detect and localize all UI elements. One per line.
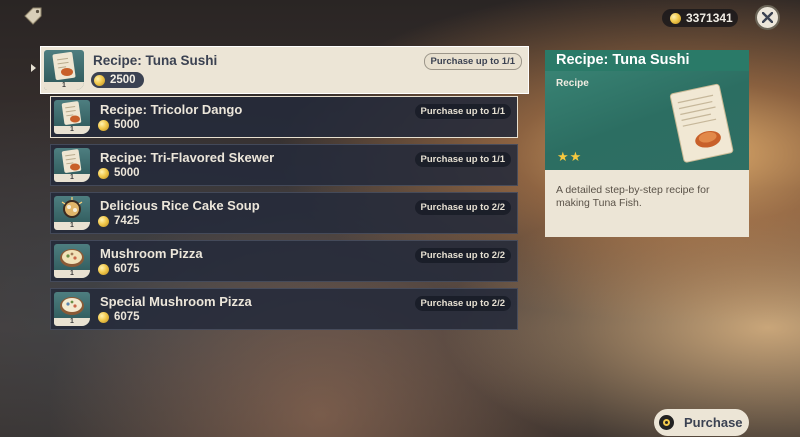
item-thumbnail: 1 <box>44 50 84 90</box>
item-price-value: 5000 <box>114 167 140 179</box>
item-thumbnail: 1 <box>54 148 90 182</box>
rarity-stars: ★★ <box>557 149 583 164</box>
item-thumbnail: 1 <box>54 196 90 230</box>
detail-header: Recipe: Tuna Sushi Recipe ★★ <box>545 50 749 170</box>
item-price: 5000 <box>98 167 140 179</box>
mora-currency-display: 3371341 <box>662 9 738 27</box>
item-detail-panel: Recipe: Tuna Sushi Recipe ★★ A detailed … <box>545 50 749 237</box>
selection-arrow-icon <box>31 64 36 72</box>
item-name: Recipe: Tri-Flavored Skewer <box>100 150 275 165</box>
item-quantity: 1 <box>54 222 90 230</box>
item-name: Recipe: Tuna Sushi <box>93 53 218 68</box>
item-price-value: 5000 <box>114 119 140 131</box>
item-thumbnail: 1 <box>54 292 90 326</box>
mora-amount: 3371341 <box>686 11 733 25</box>
item-quantity: 1 <box>54 174 90 182</box>
item-price: 5000 <box>98 119 140 131</box>
shop-item-special-mushroom-pizza[interactable]: 1 Special Mushroom Pizza 6075 Purchase u… <box>50 288 518 330</box>
item-price: 6075 <box>98 263 140 275</box>
confirm-circle-icon <box>659 415 674 430</box>
item-price: 7425 <box>98 215 140 227</box>
mora-coin-icon <box>94 74 105 86</box>
item-price: 6075 <box>98 311 140 323</box>
item-name: Recipe: Tricolor Dango <box>100 102 243 117</box>
mora-coin-icon <box>98 311 109 323</box>
pizza-icon <box>60 249 84 267</box>
item-thumbnail: 1 <box>54 244 90 278</box>
item-price-value: 7425 <box>114 215 140 227</box>
shop-item-delicious-rice-cake-soup[interactable]: 1 Delicious Rice Cake Soup 7425 Purchase… <box>50 192 518 234</box>
detail-description: A detailed step-by-step recipe for makin… <box>556 184 710 209</box>
mora-coin-icon <box>98 263 109 275</box>
item-quantity: 1 <box>54 126 90 134</box>
item-price-value: 2500 <box>110 74 136 86</box>
recipe-scroll-icon <box>61 101 82 125</box>
shop-tag-icon <box>22 6 44 28</box>
shop-item-recipe-tricolor-dango[interactable]: 1 Recipe: Tricolor Dango 5000 Purchase u… <box>50 96 518 138</box>
detail-item-type: Recipe <box>556 78 589 89</box>
item-price-value: 6075 <box>114 311 140 323</box>
recipe-scroll-icon <box>669 83 734 163</box>
close-icon <box>762 12 773 23</box>
close-button[interactable] <box>755 5 780 30</box>
recipe-scroll-icon <box>52 51 76 81</box>
item-name: Mushroom Pizza <box>100 246 203 261</box>
shop-item-recipe-tri-flavored-skewer[interactable]: 1 Recipe: Tri-Flavored Skewer 5000 Purch… <box>50 144 518 186</box>
shop-item-recipe-tuna-sushi[interactable]: 1 Recipe: Tuna Sushi 2500 Purchase up to… <box>40 46 529 94</box>
purchase-limit-badge: Purchase up to 1/1 <box>423 53 522 70</box>
purchase-limit-badge: Purchase up to 1/1 <box>414 104 511 119</box>
item-price-value: 6075 <box>114 263 140 275</box>
mora-coin-icon <box>98 215 109 227</box>
purchase-limit-badge: Purchase up to 2/2 <box>414 200 511 215</box>
item-quantity: 1 <box>54 318 90 326</box>
item-price: 2500 <box>91 72 144 88</box>
item-quantity: 1 <box>44 82 84 90</box>
item-name: Delicious Rice Cake Soup <box>100 198 260 213</box>
item-name: Special Mushroom Pizza <box>100 294 252 309</box>
mora-coin-icon <box>98 167 109 179</box>
purchase-limit-badge: Purchase up to 2/2 <box>414 248 511 263</box>
purchase-button[interactable]: Purchase <box>654 409 749 436</box>
mora-coin-icon <box>98 119 109 131</box>
item-thumbnail: 1 <box>54 100 90 134</box>
purchase-limit-badge: Purchase up to 1/1 <box>414 152 511 167</box>
pizza-icon <box>60 297 84 315</box>
shop-item-mushroom-pizza[interactable]: 1 Mushroom Pizza 6075 Purchase up to 2/2 <box>50 240 518 282</box>
soup-bowl-icon <box>61 197 83 218</box>
recipe-scroll-icon <box>61 149 82 173</box>
item-quantity: 1 <box>54 270 90 278</box>
purchase-limit-badge: Purchase up to 2/2 <box>414 296 511 311</box>
mora-coin-icon <box>670 12 681 24</box>
detail-title: Recipe: Tuna Sushi <box>545 50 749 71</box>
purchase-button-label: Purchase <box>684 415 743 430</box>
